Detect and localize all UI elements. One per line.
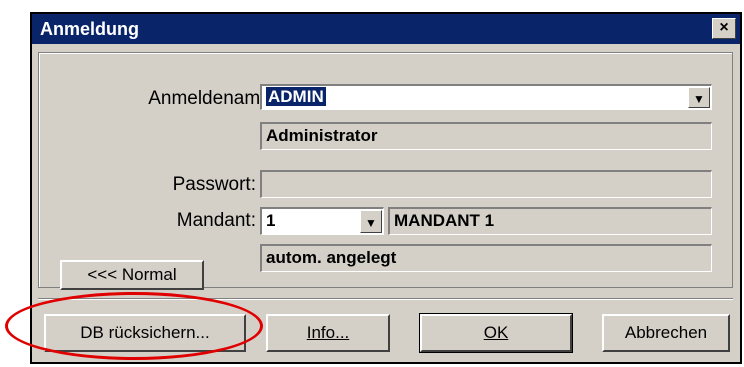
window-title: Anmeldung [40,19,139,39]
password-field[interactable] [260,170,712,198]
chevron-down-icon: ▼ [365,216,377,230]
login-name-value: ADMIN [266,87,326,106]
info-button[interactable]: Info... [266,314,390,352]
mandant-name-field: MANDANT 1 [388,207,712,235]
login-fullname-field: Administrator [260,122,712,150]
title-bar[interactable]: Anmeldung × [32,14,740,44]
button-separator [38,298,733,300]
mandant-note-field: autom. angelegt [260,244,712,272]
close-button[interactable]: × [712,18,736,39]
db-restore-button[interactable]: DB rücksichern... [44,314,246,352]
normal-mode-button[interactable]: <<< Normal [60,260,204,290]
ok-button[interactable]: OK [419,313,573,353]
mandant-label: Mandant: [176,210,256,231]
login-name-label: Anmeldename: [148,88,276,109]
login-name-combobox[interactable]: ADMIN ▼ [260,84,712,110]
login-name-dropdown-button[interactable]: ▼ [688,87,710,108]
mandant-dropdown-button[interactable]: ▼ [360,210,382,233]
chevron-down-icon: ▼ [693,92,705,106]
close-icon: × [719,19,729,36]
mandant-value: 1 [266,211,276,230]
password-label: Passwort: [172,174,256,195]
mandant-combobox[interactable]: 1 ▼ [260,207,384,235]
login-dialog: Anmeldung × Anmeldename: ADMIN ▼ Adminis… [30,12,742,364]
cancel-button[interactable]: Abbrechen [602,314,730,352]
